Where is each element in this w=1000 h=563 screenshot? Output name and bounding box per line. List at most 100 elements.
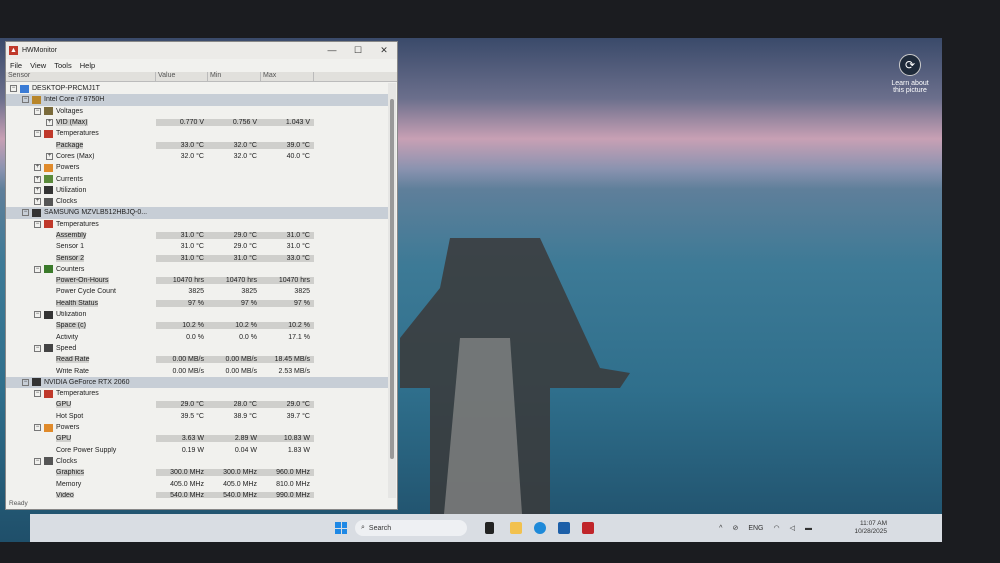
collapse-icon[interactable]: − [34,265,41,273]
sensor-min: 29.0 °C [233,243,257,251]
sensor-group-row[interactable]: − Utilization [6,309,388,320]
expand-icon[interactable]: + [46,119,53,127]
collapse-icon[interactable]: − [34,220,41,228]
collapse-icon[interactable]: − [10,85,17,93]
sensor-label-cell: − Voltages [6,107,156,116]
scroll-thumb[interactable] [390,99,394,459]
device-row[interactable]: − SAMSUNG MZVLB512HBJQ-0... [6,207,388,219]
sensor-group-row[interactable]: − Temperatures [6,219,388,230]
sensor-row[interactable]: Memory 405.0 MHz 405.0 MHz 810.0 MHz [6,478,388,489]
sensor-row[interactable]: Write Rate 0.00 MB/s 0.00 MB/s 2.53 MB/s [6,365,388,376]
file-explorer-icon[interactable] [510,522,522,534]
close-button[interactable]: ✕ [371,45,397,56]
sensor-group-row[interactable]: − Powers [6,422,388,433]
sensor-group-row[interactable]: + Powers [6,162,388,173]
sensor-row[interactable]: Hot Spot 39.5 °C 38.9 °C 39.7 °C [6,411,388,422]
sensor-row[interactable]: Graphics 300.0 MHz 300.0 MHz 960.0 MHz [6,467,388,478]
collapse-icon[interactable]: − [22,209,29,217]
collapse-icon[interactable]: − [22,96,29,104]
sensor-group-row[interactable]: − Speed [6,343,388,354]
language-indicator[interactable]: ENG [748,525,763,532]
system-tray: ^ ⊘ ENG ◠ ◁ ▬ [719,524,812,533]
sensor-group-row[interactable]: − Clocks [6,456,388,467]
sensor-name: Health Status [56,299,99,307]
sensor-group-row[interactable]: + Clocks [6,196,388,207]
collapse-icon[interactable]: − [34,424,41,432]
col-min[interactable]: Min [208,72,261,81]
sensor-row[interactable]: Package 33.0 °C 32.0 °C 39.0 °C [6,139,388,150]
minimize-button[interactable]: — [319,45,345,56]
sensor-row[interactable]: Power-On-Hours 10470 hrs 10470 hrs 10470 hr… [6,275,388,286]
sensor-tree: − DESKTOP-PRCMJ1T − Intel Core i7 9750H − Vol… [6,83,388,498]
cpu-icon [32,95,41,104]
volume-icon[interactable]: ◁ [790,524,795,532]
sensor-row[interactable]: Sensor 1 31.0 °C 29.0 °C 31.0 °C [6,241,388,252]
current-icon [44,175,53,184]
sensor-row[interactable]: Health Status 97 % 97 % 97 % [6,298,388,309]
expand-icon[interactable]: + [34,164,41,172]
col-value[interactable]: Value [156,72,208,81]
hwmonitor-taskbar-icon[interactable] [582,522,594,534]
sensor-row[interactable]: Read Rate 0.00 MB/s 0.00 MB/s 18.45 MB/s [6,354,388,365]
device-row[interactable]: − NVIDIA GeForce RTX 2060 [6,376,388,389]
device-row[interactable]: − Intel Core i7 9750H [6,94,388,106]
start-button[interactable] [335,522,347,534]
sensor-name: Cores (Max) [56,152,95,160]
sensor-row[interactable]: Assembly 31.0 °C 29.0 °C 31.0 °C [6,230,388,241]
sensor-name: Power Cycle Count [56,288,116,296]
expand-icon[interactable]: + [34,198,41,206]
sensor-group-row[interactable]: − Voltages [6,106,388,117]
sensor-group-row[interactable]: − Temperatures [6,388,388,399]
edge-icon[interactable] [534,522,546,534]
collapse-icon[interactable]: − [34,107,41,115]
menu-tools[interactable]: Tools [54,61,72,70]
computer-row[interactable]: − DESKTOP-PRCMJ1T [6,83,388,94]
learn-about-picture[interactable]: ⟳ Learn about this picture [880,54,940,94]
task-view-icon[interactable] [485,522,494,534]
sensor-row[interactable]: + Cores (Max) 32.0 °C 32.0 °C 40.0 °C [6,151,388,162]
sensor-group-row[interactable]: + Currents [6,173,388,184]
collapse-icon[interactable]: − [34,130,41,138]
vertical-scrollbar[interactable] [388,83,396,498]
chevron-up-icon[interactable]: ^ [719,525,722,532]
store-icon[interactable] [558,522,570,534]
collapse-icon[interactable]: − [34,457,41,465]
sensor-row[interactable]: Video 540.0 MHz 540.0 MHz 990.0 MHz [6,490,388,498]
col-max[interactable]: Max [261,72,314,81]
sensor-row[interactable]: Activity 0.0 % 0.0 % 17.1 % [6,332,388,343]
wallpaper-pier [400,238,630,542]
menu-file[interactable]: File [10,61,22,70]
collapse-icon[interactable]: − [22,378,29,386]
expand-icon[interactable]: + [34,175,41,183]
menu-help[interactable]: Help [80,61,95,70]
expand-icon[interactable]: + [46,152,53,160]
menu-bar: File View Tools Help [6,59,397,72]
sensor-row[interactable]: Power Cycle Count 3825 3825 3825 [6,286,388,297]
collapse-icon[interactable]: − [34,344,41,352]
sensor-row[interactable]: GPU 3.63 W 2.89 W 10.83 W [6,433,388,444]
battery-icon[interactable]: ▬ [805,525,812,532]
sensor-group-row[interactable]: − Counters [6,264,388,275]
sensor-label-cell: − Counters [6,265,156,274]
sensor-row[interactable]: Core Power Supply 0.19 W 0.04 W 1.83 W [6,445,388,456]
menu-view[interactable]: View [30,61,46,70]
sensor-row[interactable]: Space (c) 10.2 % 10.2 % 10.2 % [6,320,388,331]
maximize-button[interactable]: ☐ [345,45,371,56]
sensor-row[interactable]: Sensor 2 31.0 °C 31.0 °C 33.0 °C [6,252,388,263]
collapse-icon[interactable]: − [34,390,41,398]
sensor-group-row[interactable]: + Utilization [6,185,388,196]
window-title: HWMonitor [22,47,58,54]
sensor-label-cell: Power-On-Hours [6,277,156,285]
collapse-icon[interactable]: − [34,311,41,319]
sync-off-icon[interactable]: ⊘ [732,524,738,532]
sensor-value: 0.19 W [181,446,204,454]
sensor-row[interactable]: + VID (Max) 0.770 V 0.756 V 1.043 V [6,117,388,128]
wifi-icon[interactable]: ◠ [774,524,780,532]
col-sensor[interactable]: Sensor [6,72,156,81]
title-bar[interactable]: ▲ HWMonitor — ☐ ✕ [6,42,397,59]
taskbar-clock[interactable]: 11:07 AM 10/28/2025 [854,520,887,536]
taskbar-search[interactable]: ⌕ Search [355,520,467,536]
sensor-group-row[interactable]: − Temperatures [6,128,388,139]
expand-icon[interactable]: + [34,186,41,194]
sensor-row[interactable]: GPU 29.0 °C 28.0 °C 29.0 °C [6,399,388,410]
